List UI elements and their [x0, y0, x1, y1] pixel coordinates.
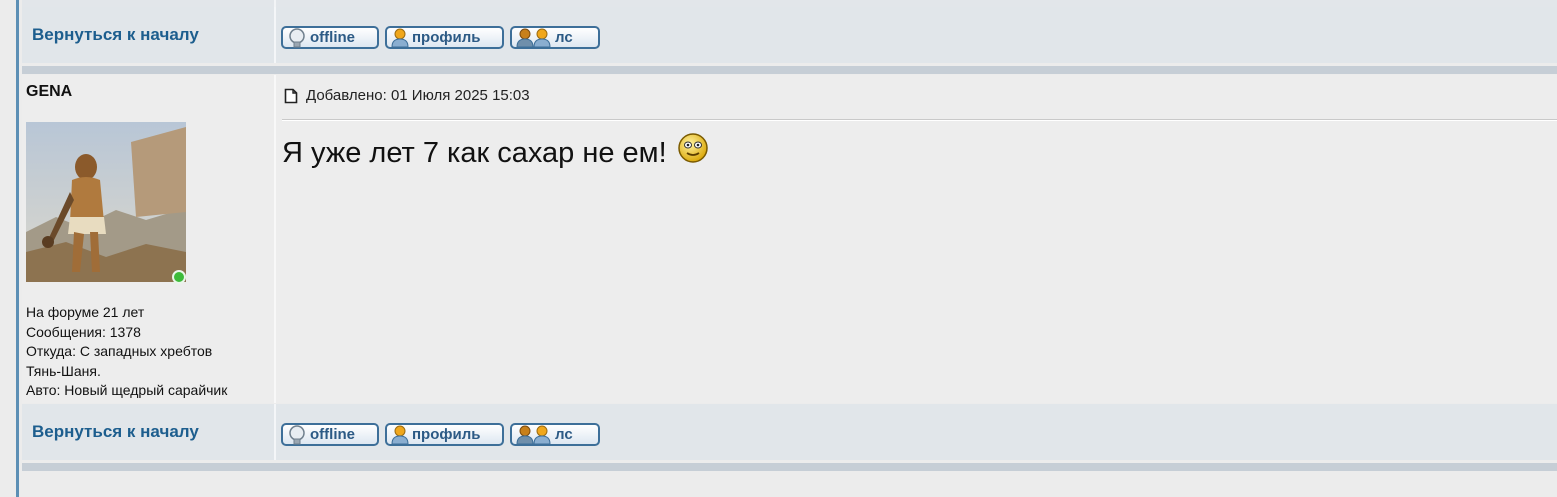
avatar	[26, 122, 186, 282]
post-separator	[22, 463, 1557, 471]
author-cell: GENA На форуме 21 лет Сообщения: 1378 От…	[22, 75, 274, 403]
user-icon	[391, 425, 409, 444]
pm-button[interactable]: лс	[510, 423, 600, 446]
online-indicator	[172, 270, 186, 284]
author-info: На форуме 21 лет Сообщения: 1378 Откуда:…	[26, 304, 228, 398]
profile-button[interactable]: профиль	[385, 26, 504, 49]
back-to-top-link[interactable]: Вернуться к началу	[32, 422, 199, 442]
post-nav-row-top: Вернуться к началу offline профиль лс	[22, 7, 1557, 63]
post-meta: Добавлено: 01 Июля 2025 15:03	[284, 87, 530, 104]
post-date: Добавлено: 01 Июля 2025 15:03	[306, 87, 530, 104]
user-icon	[391, 28, 409, 47]
offline-button[interactable]: offline	[281, 26, 379, 49]
bulb-icon	[289, 424, 305, 444]
post: GENA На форуме 21 лет Сообщения: 1378 От…	[22, 75, 1557, 403]
post-message: Я уже лет 7 как сахар не ем!	[282, 132, 709, 170]
pm-button[interactable]: лс	[510, 26, 600, 49]
author-name[interactable]: GENA	[26, 83, 72, 101]
left-border	[16, 0, 19, 497]
post-nav-row-bottom: Вернуться к началу offline профиль лс	[22, 404, 1557, 460]
post-icon[interactable]	[284, 88, 298, 104]
users-icon	[516, 28, 551, 47]
smiley-icon	[677, 132, 708, 163]
back-to-top-link[interactable]: Вернуться к началу	[32, 25, 199, 45]
profile-button[interactable]: профиль	[385, 423, 504, 446]
bulb-icon	[289, 27, 305, 47]
post-message-text: Я уже лет 7 как сахар не ем!	[282, 137, 667, 169]
post-separator	[22, 66, 1557, 74]
users-icon	[516, 425, 551, 444]
offline-button[interactable]: offline	[281, 423, 379, 446]
top-strip	[22, 0, 1557, 7]
